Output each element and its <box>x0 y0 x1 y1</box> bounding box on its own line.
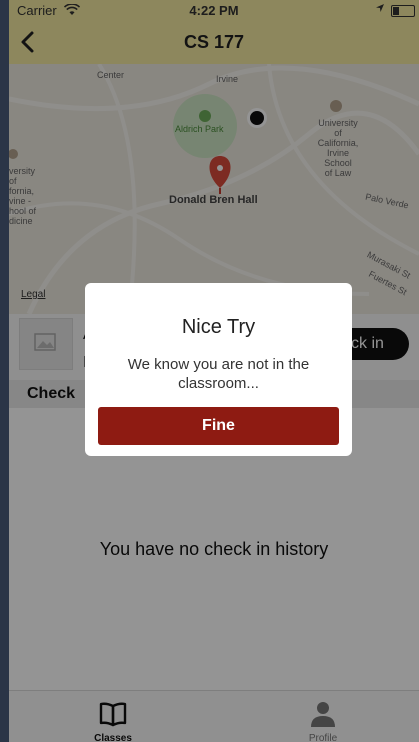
alert-dialog: Nice Try We know you are not in the clas… <box>85 283 352 456</box>
phone-screen: Carrier 4:22 PM CS 177 Center Irvine Ald… <box>9 0 419 742</box>
dialog-title: Nice Try <box>181 316 256 338</box>
dialog-message: We know you are not in the classroom... <box>127 356 310 392</box>
fine-button[interactable]: Fine <box>98 407 339 445</box>
left-sidebar-edge <box>0 0 9 742</box>
